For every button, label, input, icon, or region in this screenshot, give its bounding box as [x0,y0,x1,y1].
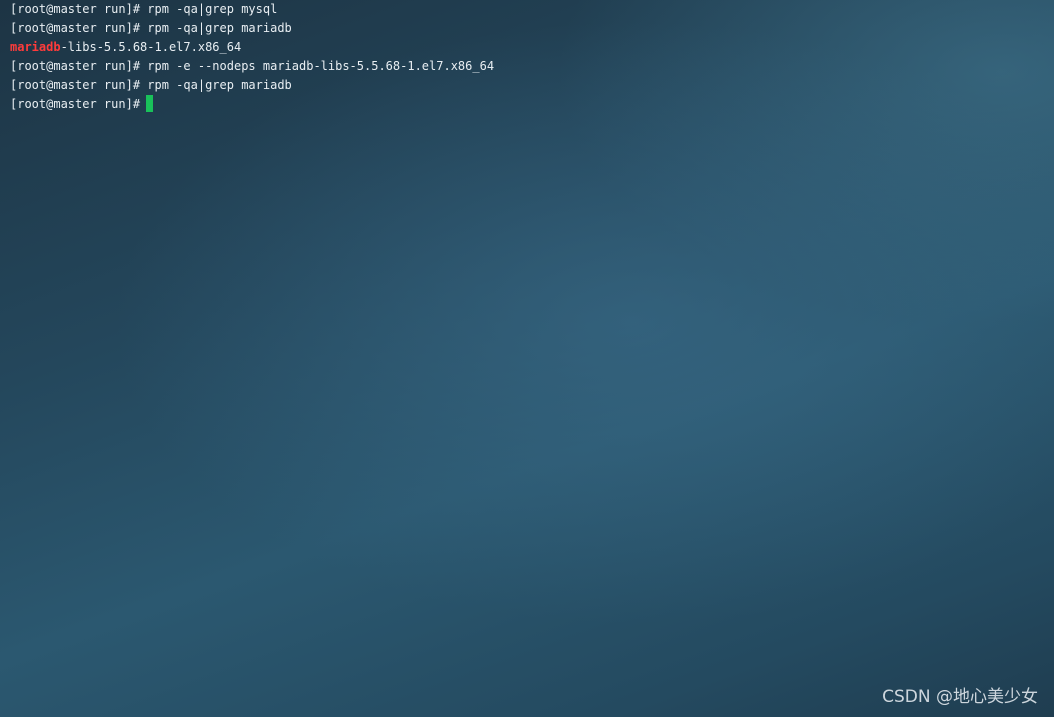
prompt: [root@master run]# [10,78,141,92]
terminal-line-6[interactable]: [root@master run]# [10,95,1040,114]
prompt: [root@master run]# [10,59,141,73]
command-text: rpm -e --nodeps mariadb-libs-5.5.68-1.el… [140,59,495,73]
terminal-line-4: [root@master run]# rpm -e --nodeps maria… [10,57,1040,76]
terminal-line-3: mariadb-libs-5.5.68-1.el7.x86_64 [10,38,1040,57]
prompt: [root@master run]# [10,2,141,16]
output-text: -libs-5.5.68-1.el7.x86_64 [60,40,242,54]
terminal-line-2: [root@master run]# rpm -qa|grep mariadb [10,19,1040,38]
terminal-output[interactable]: [root@master run]# rpm -qa|grep mysql [r… [10,0,1040,690]
terminal-line-1: [root@master run]# rpm -qa|grep mysql [10,0,1040,19]
watermark: CSDN @地心美少女 [882,687,1038,707]
command-text: rpm -qa|grep mariadb [140,78,292,92]
terminal-line-5: [root@master run]# rpm -qa|grep mariadb [10,76,1040,95]
prompt: [root@master run]# [10,97,141,111]
command-text: rpm -qa|grep mysql [140,2,278,16]
grep-match-highlight: mariadb [10,40,61,54]
prompt: [root@master run]# [10,21,141,35]
cursor-block-icon [146,95,154,112]
command-text: rpm -qa|grep mariadb [140,21,292,35]
